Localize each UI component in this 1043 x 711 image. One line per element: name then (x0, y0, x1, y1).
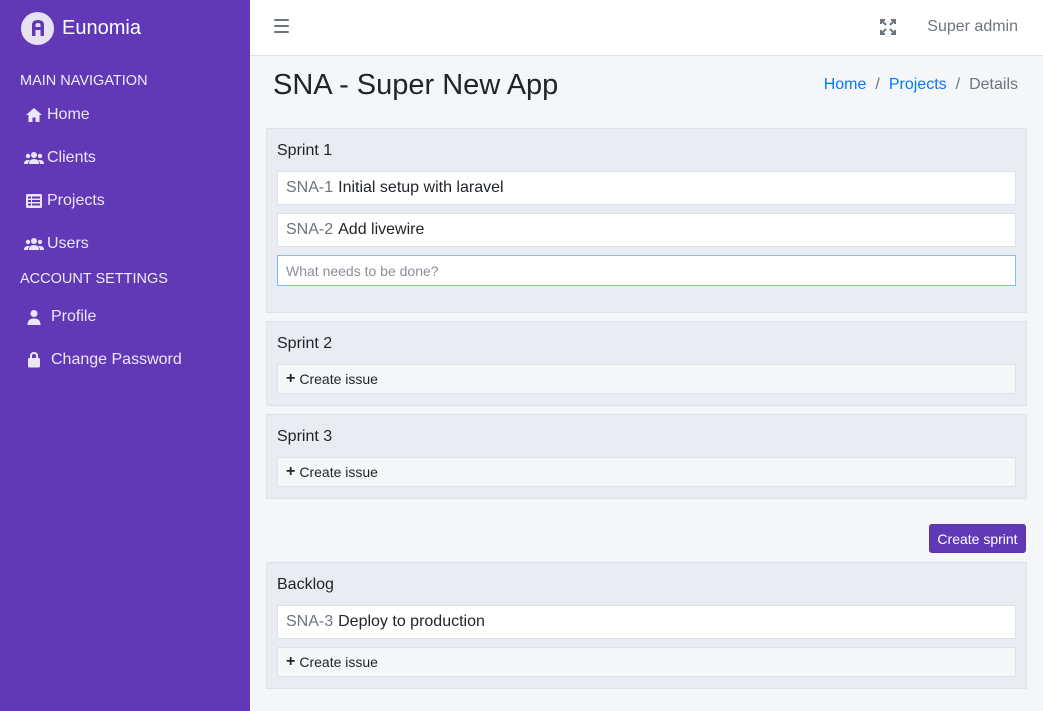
sprint-card: Sprint 1 SNA-1 Initial setup with larave… (266, 128, 1027, 313)
issue-row[interactable]: SNA-2 Add livewire (277, 213, 1016, 247)
backlog-card: Backlog SNA-3 Deploy to production + Cre… (266, 562, 1027, 689)
fullscreen-icon[interactable] (880, 19, 896, 35)
sidebar-item-label: Profile (51, 307, 97, 325)
users-icon (24, 235, 44, 253)
breadcrumb-home[interactable]: Home (824, 76, 867, 94)
new-issue-input[interactable] (277, 255, 1016, 286)
issue-title: Add livewire (338, 221, 425, 238)
plus-icon: + (286, 653, 296, 670)
issue-key: SNA-3 (286, 613, 334, 630)
plus-icon: + (286, 463, 296, 480)
issue-key: SNA-1 (286, 179, 334, 196)
breadcrumb-separator: / (875, 76, 880, 93)
breadcrumb-separator: / (955, 76, 961, 93)
nav-header-main: MAIN NAVIGATION (20, 73, 148, 89)
sidebar-item-label: Home (47, 105, 90, 123)
create-sprint-button[interactable]: Create sprint (929, 524, 1026, 553)
user-menu[interactable]: Super admin (927, 18, 1018, 36)
sidebar-item-label: Change Password (51, 350, 182, 368)
issue-title: Initial setup with laravel (338, 179, 504, 196)
sidebar-item-profile[interactable]: Profile (0, 295, 250, 338)
breadcrumb-current: Details (969, 76, 1018, 93)
page-title: SNA - Super New App (273, 69, 559, 101)
plus-icon: + (286, 370, 296, 387)
brand-logo-icon (21, 11, 54, 45)
backlog-title: Backlog (277, 576, 334, 593)
create-issue-label: Create issue (299, 654, 378, 670)
sprint-title: Sprint 2 (277, 335, 333, 352)
nav-header-account: ACCOUNT SETTINGS (20, 271, 168, 287)
create-issue-label: Create issue (299, 464, 378, 480)
create-issue-button[interactable]: + Create issue (277, 647, 1016, 677)
brand-name: Eunomia (62, 16, 141, 39)
topbar: Super admin (250, 0, 1043, 56)
create-issue-label: Create issue (299, 371, 378, 387)
home-icon (24, 106, 44, 124)
brand[interactable]: Eunomia (0, 0, 250, 56)
create-issue-button[interactable]: + Create issue (277, 457, 1016, 487)
user-icon (24, 308, 44, 326)
sidebar-item-label: Projects (47, 191, 105, 209)
issue-row[interactable]: SNA-1 Initial setup with laravel (277, 171, 1016, 205)
users-icon (24, 149, 44, 167)
create-issue-button[interactable]: + Create issue (277, 364, 1016, 394)
sprint-card: Sprint 3 + Create issue (266, 414, 1027, 499)
sidebar-item-label: Clients (47, 148, 96, 166)
issue-row[interactable]: SNA-3 Deploy to production (277, 605, 1016, 639)
issue-title: Deploy to production (338, 613, 485, 630)
sprint-title: Sprint 3 (277, 428, 333, 445)
breadcrumb: Home / Projects / Details (824, 76, 1018, 94)
sprint-title: Sprint 1 (277, 142, 333, 159)
sidebar-item-users[interactable]: Users (0, 222, 250, 265)
sidebar-item-clients[interactable]: Clients (0, 136, 250, 179)
list-icon (24, 192, 44, 210)
issue-key: SNA-2 (286, 221, 334, 238)
menu-toggle-icon[interactable] (274, 19, 289, 35)
lock-icon (24, 351, 44, 369)
sidebar: Eunomia MAIN NAVIGATION Home Clients Pro… (0, 0, 250, 711)
sidebar-item-home[interactable]: Home (0, 93, 250, 136)
sidebar-item-label: Users (47, 234, 89, 252)
sidebar-item-change-password[interactable]: Change Password (0, 338, 250, 381)
sprint-card: Sprint 2 + Create issue (266, 321, 1027, 406)
breadcrumb-projects[interactable]: Projects (889, 76, 947, 94)
sidebar-item-projects[interactable]: Projects (0, 179, 250, 222)
